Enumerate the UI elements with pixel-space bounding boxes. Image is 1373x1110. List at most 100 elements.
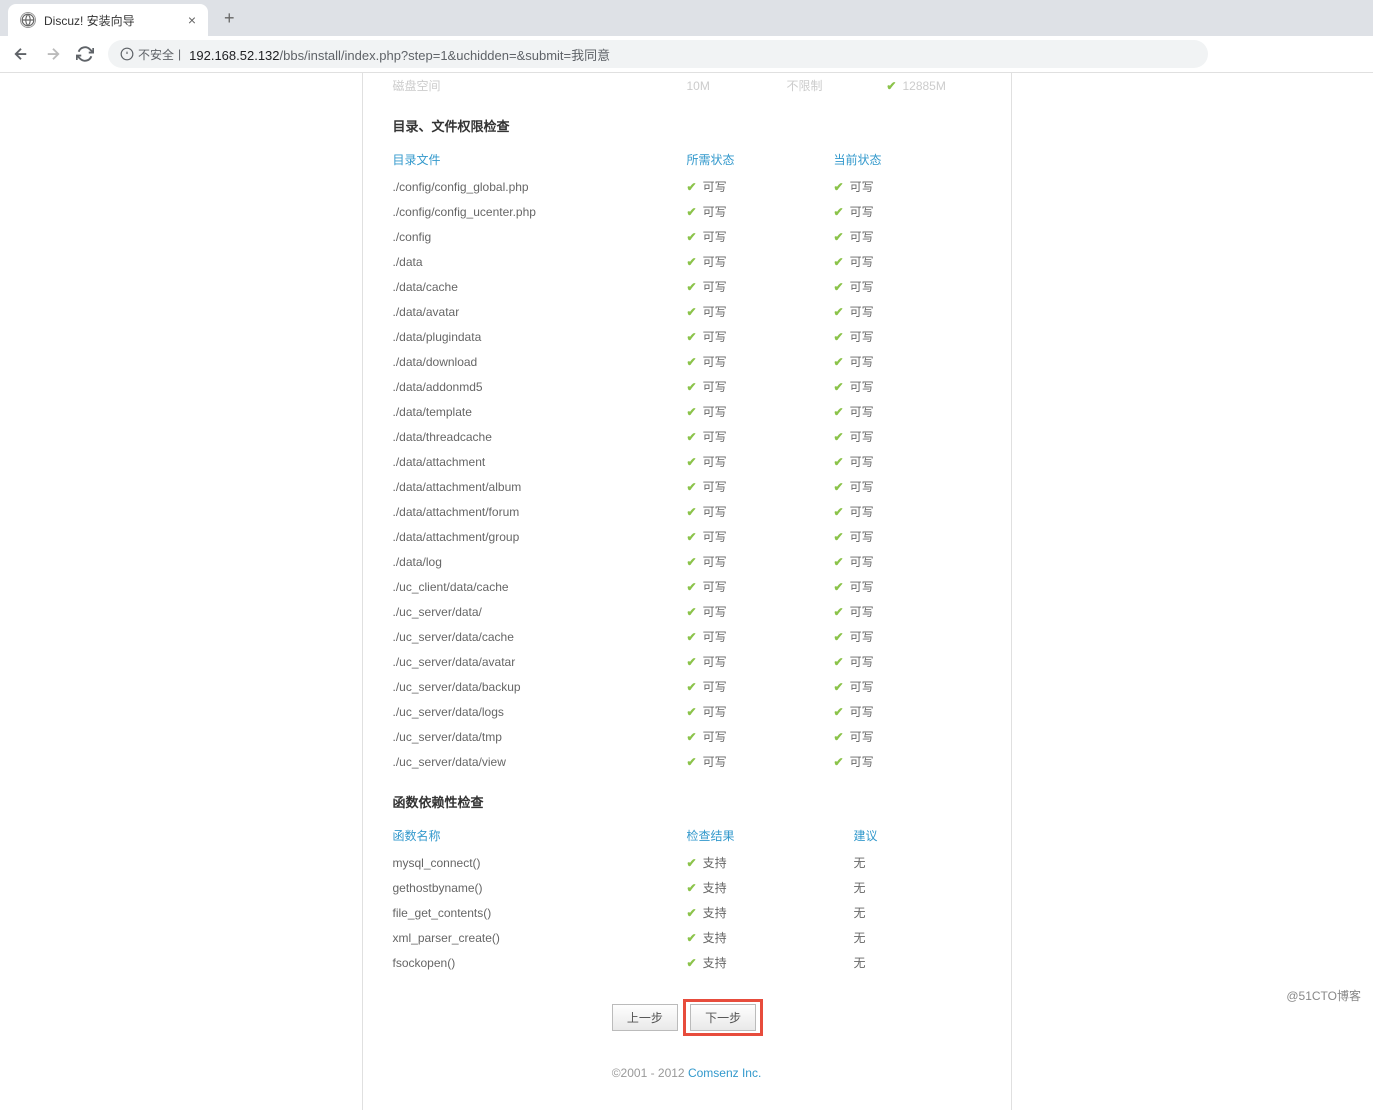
column-header: 所需状态 [687,145,834,174]
status-label: 可写 [850,328,874,345]
status-label: 支持 [703,854,727,871]
status-label: 可写 [850,653,874,670]
column-header: 建议 [834,821,981,850]
check-icon: ✔ [834,755,844,769]
status-label: 可写 [850,528,874,545]
table-row: xml_parser_create()✔支持无 [393,925,981,950]
check-icon: ✔ [687,580,697,594]
status-label: 支持 [703,929,727,946]
status-label: 可写 [703,428,727,445]
status-label: 可写 [850,603,874,620]
button-row: 上一步 下一步 [393,999,981,1036]
path-cell: ./data/attachment/forum [393,499,687,524]
next-button[interactable]: 下一步 [690,1004,756,1031]
status-label: 可写 [703,753,727,770]
status-label: 可写 [703,253,727,270]
check-icon: ✔ [687,305,697,319]
prev-button[interactable]: 上一步 [612,1004,678,1031]
status-label: 可写 [703,653,727,670]
table-row: ./data/cache✔可写✔可写 [393,274,981,299]
security-indicator: 不安全 | [120,46,181,63]
column-header: 函数名称 [393,821,687,850]
check-icon: ✔ [834,355,844,369]
path-cell: ./data/addonmd5 [393,374,687,399]
table-row: ./data✔可写✔可写 [393,249,981,274]
page-content: 磁盘空间 10M 不限制 ✔ 12885M 目录、文件权限检查 目录文件 所需状… [0,73,1373,1110]
table-row: ./data/template✔可写✔可写 [393,399,981,424]
check-icon: ✔ [687,931,697,945]
check-icon: ✔ [687,180,697,194]
status-label: 可写 [703,203,727,220]
status-label: 可写 [703,678,727,695]
table-row: ./data/addonmd5✔可写✔可写 [393,374,981,399]
status-label: 可写 [703,478,727,495]
table-row: ./config✔可写✔可写 [393,224,981,249]
check-icon: ✔ [687,956,697,970]
table-row: ./uc_server/data/avatar✔可写✔可写 [393,649,981,674]
footer: ©2001 - 2012 Comsenz Inc. [393,1056,981,1090]
check-icon: ✔ [834,205,844,219]
path-cell: ./data/attachment/group [393,524,687,549]
table-row: ./data/download✔可写✔可写 [393,349,981,374]
status-label: 可写 [850,178,874,195]
table-row: ./data/threadcache✔可写✔可写 [393,424,981,449]
url-bar[interactable]: 不安全 | 192.168.52.132/bbs/install/index.p… [108,40,1208,68]
check-icon: ✔ [834,505,844,519]
status-label: 可写 [850,378,874,395]
status-label: 可写 [850,353,874,370]
suggestion-cell: 无 [834,850,981,875]
check-icon: ✔ [687,705,697,719]
check-icon: ✔ [834,680,844,694]
status-label: 可写 [850,453,874,470]
company-link[interactable]: Comsenz Inc. [688,1066,761,1080]
close-icon[interactable]: × [188,12,196,28]
check-icon: ✔ [834,305,844,319]
check-icon: ✔ [834,605,844,619]
url-text: 192.168.52.132/bbs/install/index.php?ste… [189,45,610,64]
check-icon: ✔ [687,230,697,244]
status-label: 可写 [703,503,727,520]
check-icon: ✔ [687,355,697,369]
check-icon: ✔ [834,230,844,244]
check-icon: ✔ [687,680,697,694]
status-label: 可写 [850,578,874,595]
check-icon: ✔ [834,405,844,419]
check-icon: ✔ [687,530,697,544]
status-label: 可写 [703,303,727,320]
status-label: 可写 [850,703,874,720]
func-name: mysql_connect() [393,850,687,875]
browser-tab[interactable]: Discuz! 安装向导 × [8,4,208,36]
table-row: ./data/attachment✔可写✔可写 [393,449,981,474]
table-row: ./uc_server/data/tmp✔可写✔可写 [393,724,981,749]
table-row: ./data/avatar✔可写✔可写 [393,299,981,324]
check-icon: ✔ [687,555,697,569]
check-icon: ✔ [687,480,697,494]
reload-button[interactable] [76,45,94,63]
path-cell: ./uc_server/data/tmp [393,724,687,749]
status-label: 可写 [703,578,727,595]
column-header: 当前状态 [834,145,981,174]
path-cell: ./data/avatar [393,299,687,324]
forward-button[interactable] [44,45,62,63]
path-cell: ./uc_client/data/cache [393,574,687,599]
status-label: 可写 [703,453,727,470]
status-label: 可写 [850,678,874,695]
nav-bar: 不安全 | 192.168.52.132/bbs/install/index.p… [0,36,1373,72]
status-label: 可写 [703,228,727,245]
check-icon: ✔ [687,380,697,394]
status-label: 可写 [850,553,874,570]
status-label: 可写 [850,403,874,420]
check-icon: ✔ [687,881,697,895]
check-icon: ✔ [687,505,697,519]
new-tab-button[interactable]: + [216,8,243,29]
check-icon: ✔ [834,730,844,744]
check-icon: ✔ [687,755,697,769]
check-icon: ✔ [687,630,697,644]
check-icon: ✔ [834,580,844,594]
status-label: 可写 [703,353,727,370]
back-button[interactable] [12,45,30,63]
path-cell: ./uc_server/data/ [393,599,687,624]
check-icon: ✔ [687,330,697,344]
suggestion-cell: 无 [834,950,981,975]
tab-title: Discuz! 安装向导 [44,12,180,29]
